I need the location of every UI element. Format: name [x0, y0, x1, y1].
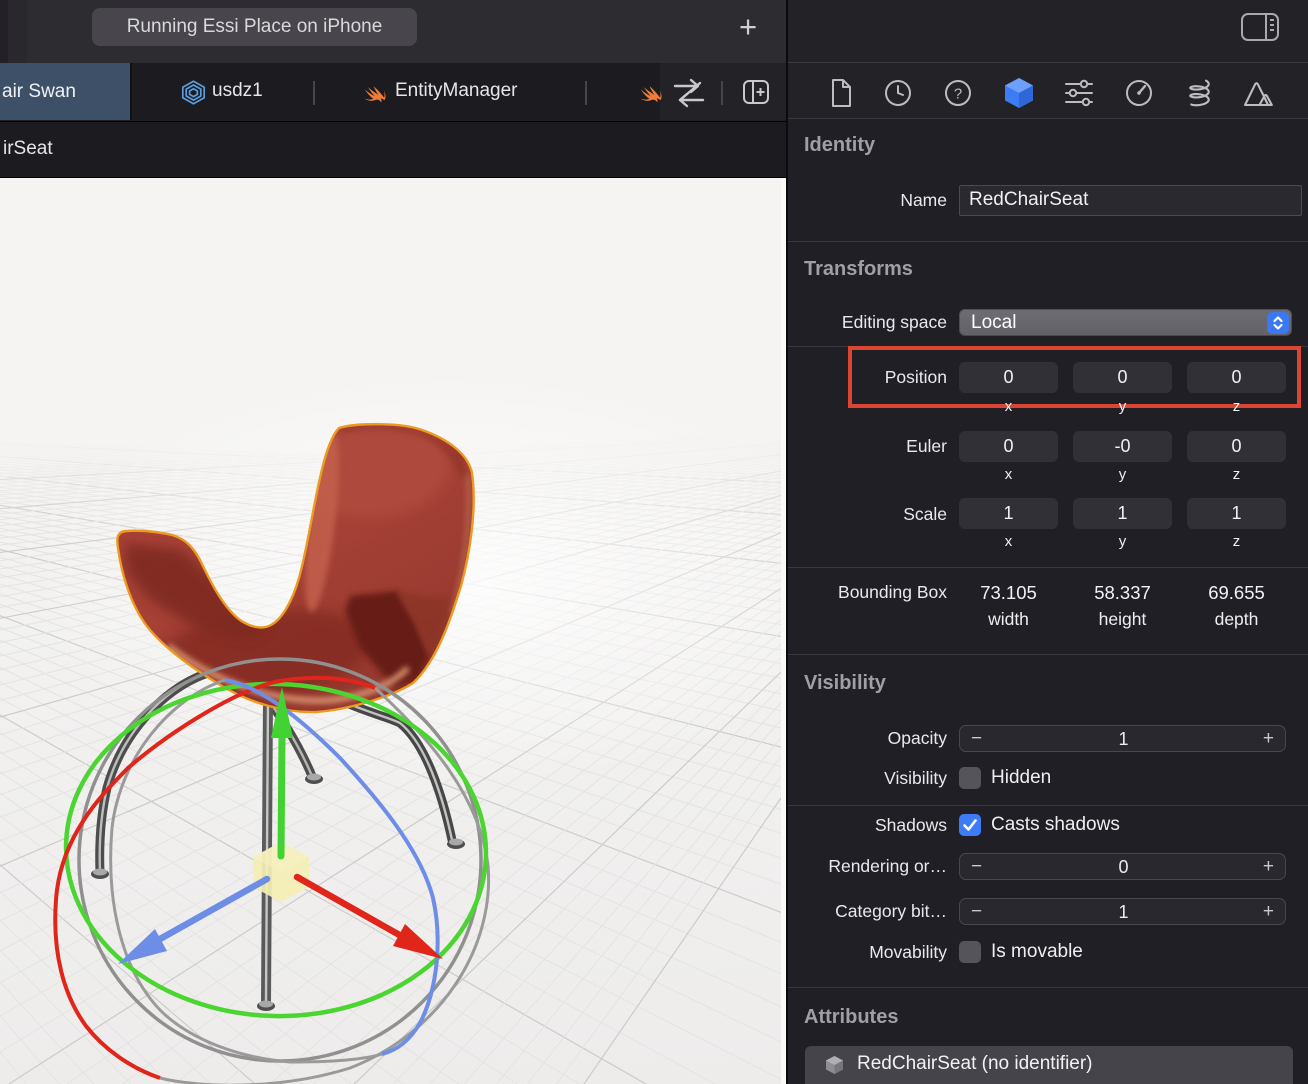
svg-text:?: ? — [954, 86, 962, 103]
